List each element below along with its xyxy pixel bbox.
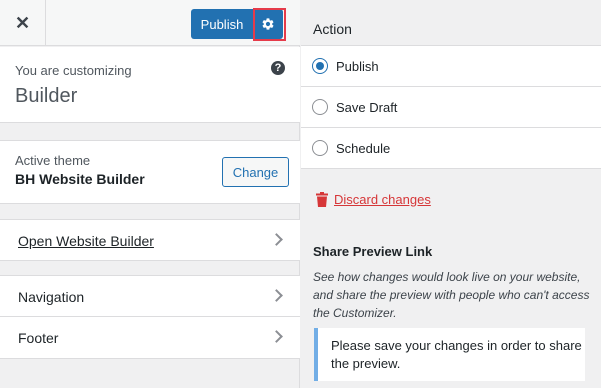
chevron-right-icon [270, 289, 283, 302]
radio-publish[interactable]: Publish [301, 46, 601, 87]
discard-changes-label: Discard changes [334, 191, 431, 207]
action-header: Action [301, 0, 601, 46]
radio-schedule[interactable]: Schedule [301, 128, 601, 169]
section-footer[interactable]: Footer [0, 317, 300, 359]
active-theme-name: BH Website Builder [15, 171, 145, 187]
change-theme-button[interactable]: Change [222, 157, 289, 187]
active-theme-lead: Active theme [15, 153, 91, 168]
active-theme-panel: Active theme BH Website Builder Change [0, 140, 300, 204]
radio-label: Publish [336, 59, 379, 74]
close-icon[interactable]: ✕ [0, 0, 46, 46]
discard-changes-link[interactable]: Discard changes [316, 191, 431, 207]
help-icon[interactable]: ? [271, 61, 285, 75]
radio-save-draft[interactable]: Save Draft [301, 87, 601, 128]
chevron-right-icon [270, 330, 283, 343]
customizing-info: You are customizing Builder [0, 47, 300, 123]
radio-button[interactable] [312, 140, 328, 156]
publish-settings-button[interactable] [253, 9, 283, 39]
gear-icon [262, 18, 274, 30]
customizer-header: ✕ Publish [0, 0, 300, 46]
section-footer-label: Footer [18, 330, 59, 346]
save-notice: Please save your changes in order to sha… [314, 328, 585, 381]
customizer-sidebar: ✕ Publish You are customizing Builder ? … [0, 0, 300, 388]
radio-button[interactable] [312, 58, 328, 74]
customizing-lead: You are customizing [15, 63, 132, 78]
trash-icon [316, 191, 328, 207]
publish-settings-panel: Action Publish Save Draft Schedule Disca… [301, 0, 601, 388]
radio-label: Save Draft [336, 100, 398, 115]
radio-button[interactable] [312, 99, 328, 115]
chevron-right-icon [270, 233, 283, 246]
open-website-builder-link[interactable]: Open Website Builder [0, 219, 300, 261]
customizing-title: Builder [15, 85, 78, 107]
radio-label: Schedule [336, 141, 391, 156]
section-navigation[interactable]: Navigation [0, 275, 300, 317]
publish-button[interactable]: Publish [191, 9, 253, 39]
action-title: Action [313, 21, 352, 37]
share-preview-title: Share Preview Link [313, 244, 433, 259]
open-website-builder-label: Open Website Builder [18, 233, 154, 249]
section-navigation-label: Navigation [18, 289, 85, 305]
share-preview-description: See how changes would look live on your … [313, 270, 590, 320]
